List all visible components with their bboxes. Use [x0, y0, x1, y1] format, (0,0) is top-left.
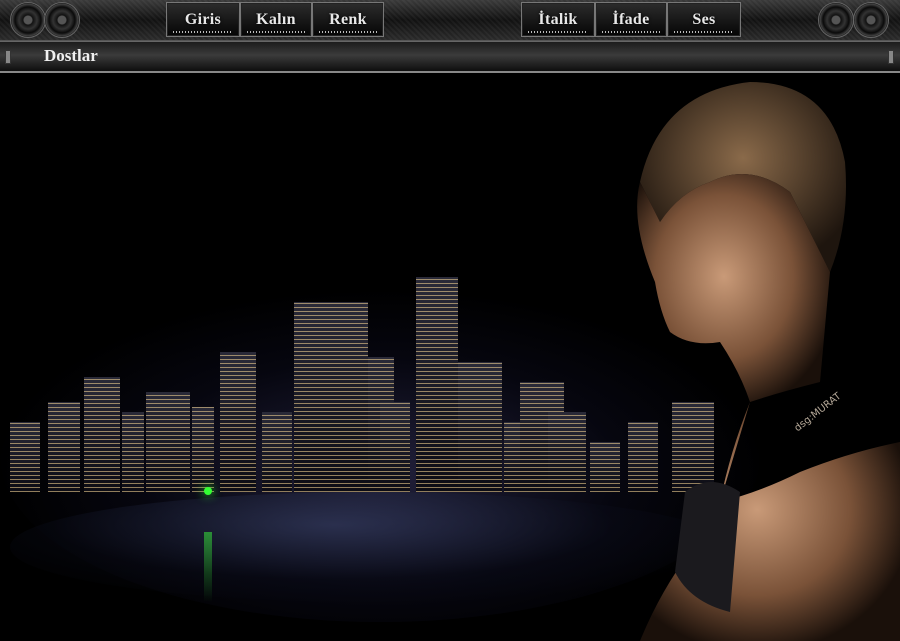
speaker-icon: [818, 2, 854, 38]
nav-cap-right: [888, 50, 894, 64]
ifade-button-label: İfade: [612, 10, 650, 28]
nav-cap-left: [5, 50, 11, 64]
top-toolbar: Giris Kalın Renk İtalik İfade Ses: [0, 0, 900, 41]
green-light: [204, 487, 212, 495]
ses-button[interactable]: Ses: [667, 2, 741, 37]
renk-button[interactable]: Renk: [312, 2, 384, 37]
renk-button-label: Renk: [329, 10, 367, 28]
ses-button-label: Ses: [692, 10, 716, 28]
green-reflection: [204, 532, 212, 602]
dostlar-link[interactable]: Dostlar: [44, 46, 98, 66]
woman-figure: [637, 82, 900, 641]
speaker-icon: [44, 2, 80, 38]
speaker-icon: [853, 2, 889, 38]
italik-button[interactable]: İtalik: [521, 2, 595, 37]
giris-button[interactable]: Giris: [166, 2, 240, 37]
speaker-icon: [10, 2, 46, 38]
background-image: dsg:MURAT: [0, 72, 900, 641]
kalin-button[interactable]: Kalın: [240, 2, 312, 37]
kalin-button-label: Kalın: [256, 10, 296, 28]
ifade-button[interactable]: İfade: [595, 2, 667, 37]
giris-button-label: Giris: [184, 10, 222, 28]
italik-button-label: İtalik: [538, 10, 578, 28]
nav-bar: Dostlar: [0, 41, 900, 73]
